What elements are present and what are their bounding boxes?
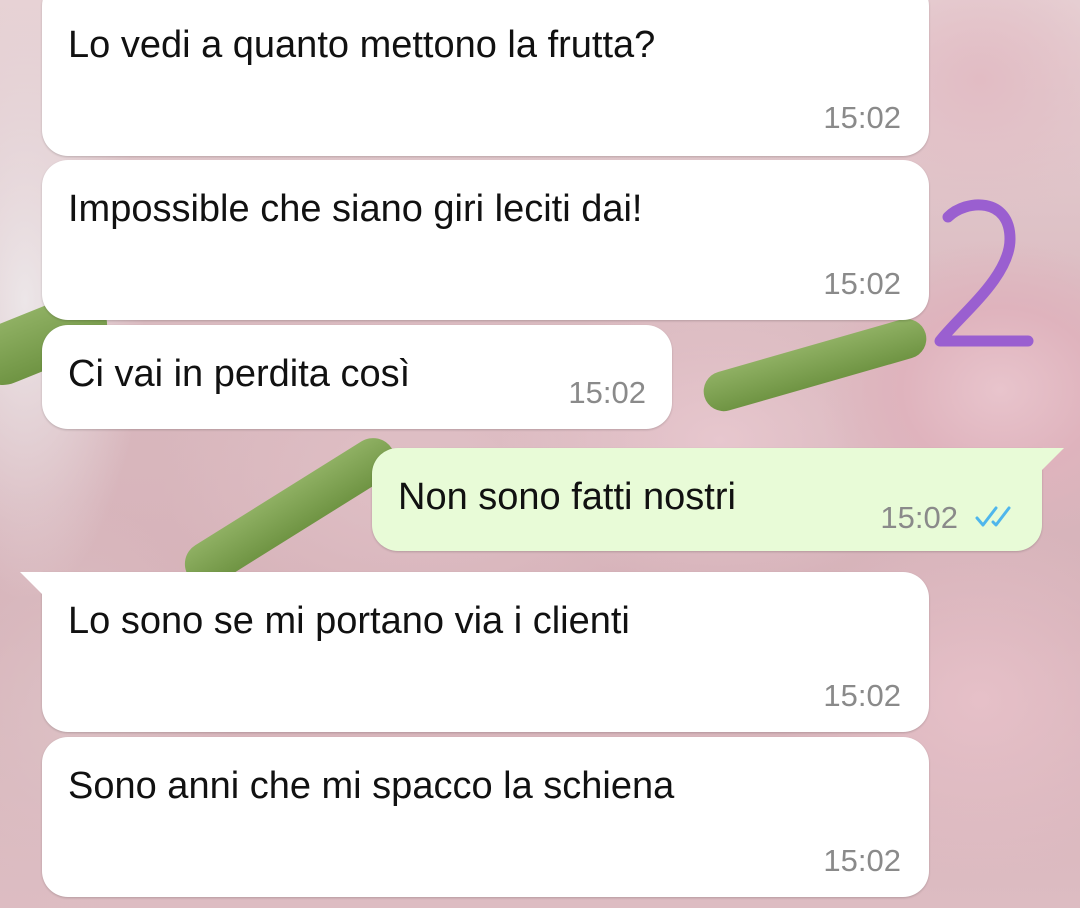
message-timestamp: 15:02 — [823, 100, 901, 135]
message-timestamp: 15:02 — [880, 500, 958, 535]
message-timestamp: 15:02 — [823, 843, 901, 878]
message-text: Non sono fatti nostri — [398, 476, 736, 518]
double-check-icon — [975, 506, 1011, 527]
message-bubble-incoming[interactable]: Ci vai in perdita così 15:02 — [42, 325, 672, 429]
message-text: Lo vedi a quanto mettono la frutta? — [68, 24, 656, 66]
message-timestamp: 15:02 — [823, 266, 901, 301]
bubble-tail — [1042, 448, 1064, 470]
wallpaper-flower-stem — [698, 314, 932, 416]
message-bubble-incoming[interactable]: Lo sono se mi portano via i clienti 15:0… — [42, 572, 929, 732]
message-bubble-incoming[interactable]: Sono anni che mi spacco la schiena 15:02 — [42, 737, 929, 897]
wallpaper-flower-stem — [176, 429, 404, 595]
bubble-tail — [20, 572, 42, 594]
message-bubble-incoming[interactable]: Lo vedi a quanto mettono la frutta? 15:0… — [42, 0, 929, 156]
message-timestamp: 15:02 — [823, 678, 901, 713]
message-text: Sono anni che mi spacco la schiena — [68, 765, 675, 807]
message-bubble-incoming[interactable]: Impossible che siano giri leciti dai! 15… — [42, 160, 929, 320]
message-bubble-outgoing[interactable]: Non sono fatti nostri 15:02 — [372, 448, 1042, 551]
message-timestamp: 15:02 — [568, 375, 646, 410]
handwritten-number-annotation — [934, 199, 1034, 347]
message-text: Impossible che siano giri leciti dai! — [68, 188, 643, 230]
message-text: Ci vai in perdita così — [68, 353, 411, 395]
message-text: Lo sono se mi portano via i clienti — [68, 600, 630, 642]
